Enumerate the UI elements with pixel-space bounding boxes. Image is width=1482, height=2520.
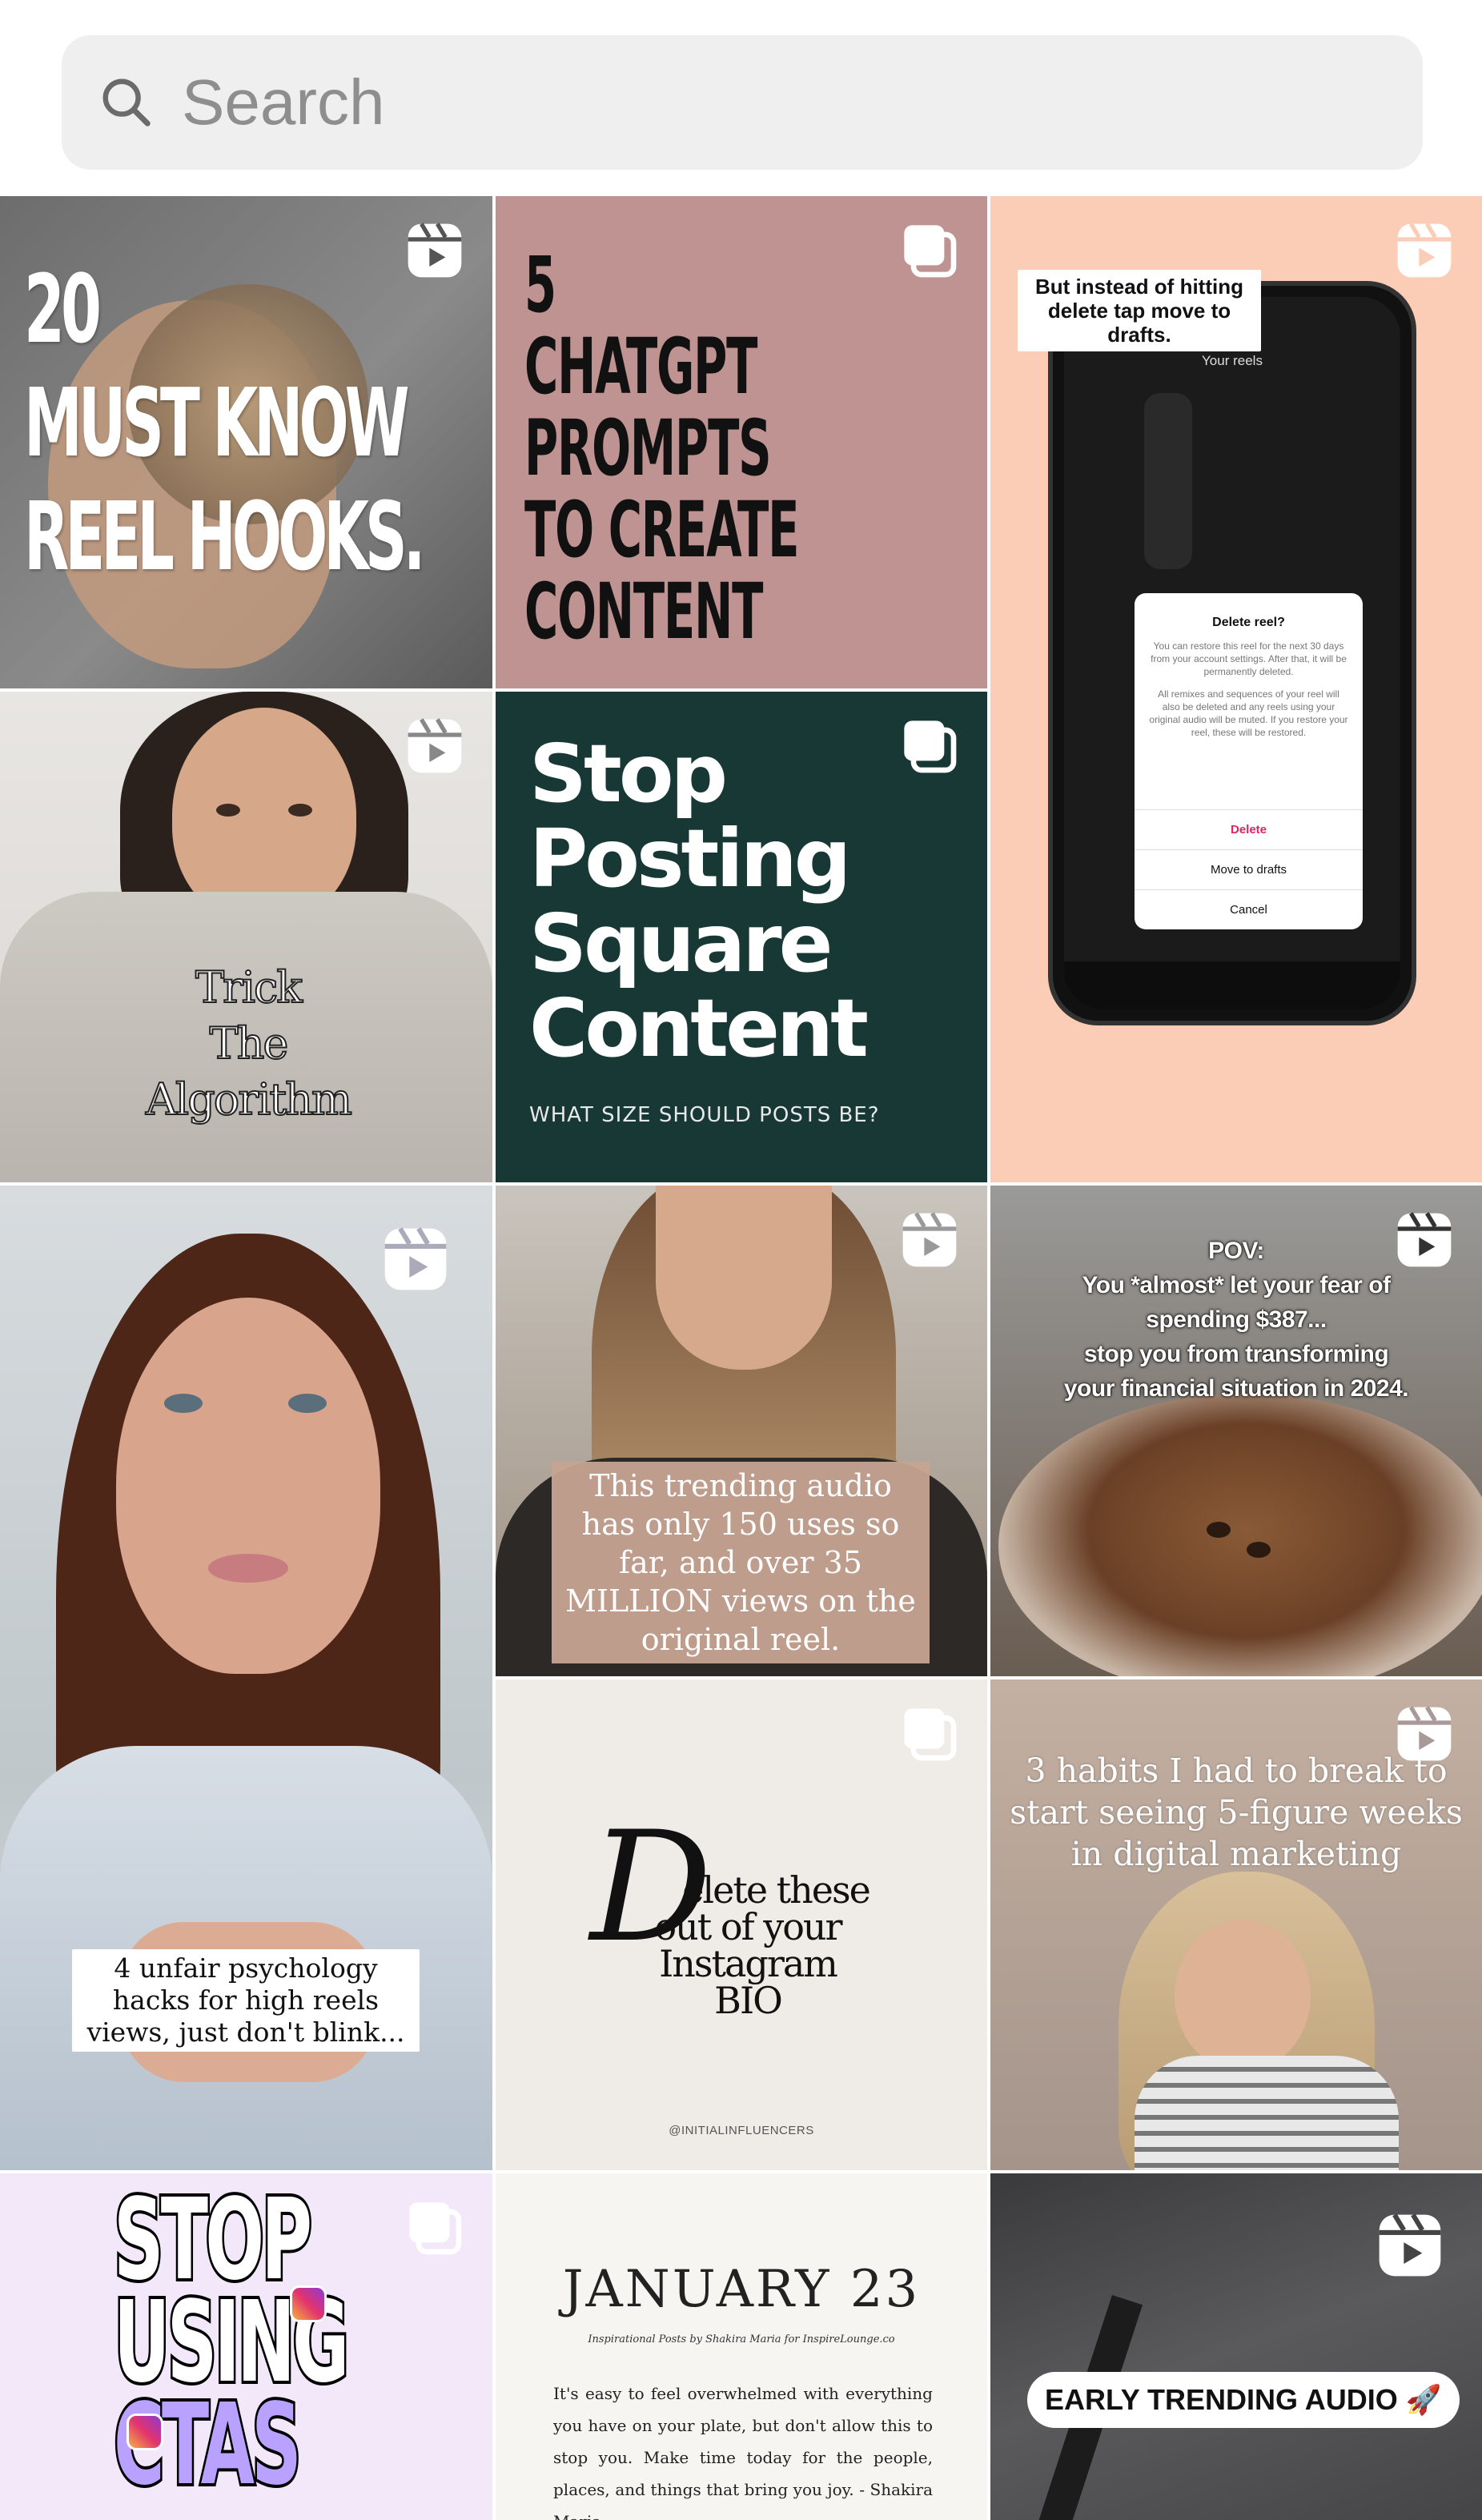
reel-icon [1379, 2213, 1441, 2277]
post-overlay-text: Stop Posting Square Content [529, 727, 869, 1075]
screen-background-figure [1144, 393, 1192, 569]
post-tile-stop-using-ctas[interactable]: STOP USING CTAS [0, 2173, 492, 2520]
eye [288, 804, 312, 817]
carousel-icon [904, 225, 957, 278]
post-tile-trick-algorithm[interactable]: Trick The Algorithm [0, 692, 492, 1182]
post-overlay-text: elete these out of your Instagram BIO [654, 1868, 870, 2022]
post-caption: But instead of hitting delete tap move t… [1018, 270, 1261, 351]
post-body-text: It's easy to feel overwhelmed with every… [553, 2384, 933, 2520]
reel-icon [408, 223, 462, 278]
phone-screen: Your reels Delete reel? You can restore … [1064, 297, 1400, 1009]
post-handle: @INITIALINFLUENCERS [669, 2124, 814, 2137]
phone-mockup: Your reels Delete reel? You can restore … [1048, 281, 1416, 1025]
post-tile-delete-bio[interactable]: D elete these out of your Instagram BIO … [496, 1679, 987, 2170]
carousel-icon [409, 2202, 462, 2255]
eye [164, 1394, 203, 1413]
post-tile-trending-audio[interactable]: This trending audio has only 150 uses so… [496, 1186, 987, 1676]
eye [216, 804, 240, 817]
reel-icon [1397, 1706, 1452, 1761]
post-overlay-text: 5 CHATGPT PROMPTS TO CREATE CONTENT [524, 240, 799, 656]
explore-grid: 20 MUST KNOW REEL HOOKS. 5 CHATGPT PROMP… [0, 196, 1482, 2520]
instagram-logo-icon [127, 2414, 163, 2450]
reel-icon [384, 1227, 447, 1290]
search-bar[interactable] [62, 35, 1423, 170]
post-title: JANUARY 23 [562, 2260, 921, 2319]
delete-reel-dialog: Delete reel? You can restore this reel f… [1135, 593, 1363, 929]
search-icon [102, 78, 151, 126]
search-input[interactable] [182, 35, 1383, 170]
post-tile-psychology-hacks[interactable]: 4 unfair psychology hacks for high reels… [0, 1186, 492, 2170]
post-overlay-text: STOP USING CTAS [112, 2175, 351, 2510]
post-overlay-text: 3 habits I had to break to start seeing … [1010, 1752, 1463, 1873]
espresso-martini-photo [998, 1394, 1482, 1676]
coffee-bean [1247, 1542, 1271, 1558]
face-photo [116, 1298, 380, 1674]
dialog-cancel-option: Cancel [1135, 889, 1363, 929]
post-tile-move-to-drafts[interactable]: Your reels Delete reel? You can restore … [990, 196, 1482, 1182]
post-tile-early-trending-audio[interactable]: EARLY TRENDING AUDIO 🚀 [990, 2173, 1482, 2520]
post-tile-three-habits[interactable]: 3 habits I had to break to start seeing … [990, 1679, 1482, 2170]
post-tile-pov-fear[interactable]: POV: You *almost* let your fear of spend… [990, 1186, 1482, 1676]
search-header [0, 0, 1482, 196]
post-caption: 4 unfair psychology hacks for high reels… [72, 1949, 420, 2052]
dialog-delete-option: Delete [1135, 809, 1363, 849]
dialog-move-option: Move to drafts [1135, 849, 1363, 889]
post-subtitle: WHAT SIZE SHOULD POSTS BE? [529, 1103, 880, 1127]
instagram-logo-icon [290, 2285, 327, 2322]
post-caption-pill: EARLY TRENDING AUDIO 🚀 [1027, 2372, 1460, 2428]
post-tile-january-23[interactable]: JANUARY 23 Inspirational Posts by Shakir… [496, 2173, 987, 2520]
eye [288, 1394, 327, 1413]
post-subtitle: Inspirational Posts by Shakira Maria for… [588, 2333, 895, 2345]
face-photo [656, 1186, 832, 1370]
post-tile-reel-hooks[interactable]: 20 MUST KNOW REEL HOOKS. [0, 196, 492, 688]
dialog-title: Delete reel? [1212, 616, 1285, 629]
post-overlay-text: Trick The Algorithm [145, 961, 353, 1126]
post-overlay-text: 20 MUST KNOW REEL HOOKS. [24, 254, 426, 592]
reel-icon [408, 718, 462, 773]
reel-icon [1397, 1212, 1452, 1267]
post-tile-stop-posting-square[interactable]: Stop Posting Square Content WHAT SIZE SH… [496, 692, 987, 1182]
lips [208, 1554, 288, 1583]
post-tile-chatgpt-prompts[interactable]: 5 CHATGPT PROMPTS TO CREATE CONTENT [496, 196, 987, 688]
carousel-icon [904, 1708, 957, 1761]
striped-shirt-photo [1135, 2056, 1399, 2170]
reel-icon [1397, 223, 1452, 278]
screen-navbar [1064, 961, 1400, 1009]
dialog-text-1: You can restore this reel for the next 3… [1151, 640, 1347, 677]
screen-header: Your reels [1202, 353, 1263, 368]
reel-icon [902, 1212, 957, 1267]
face-photo [1175, 1920, 1311, 2072]
post-caption: This trending audio has only 150 uses so… [552, 1462, 930, 1663]
dialog-text-2: All remixes and sequences of your reel w… [1149, 688, 1348, 738]
carousel-icon [904, 720, 957, 773]
coffee-bean [1207, 1522, 1231, 1538]
